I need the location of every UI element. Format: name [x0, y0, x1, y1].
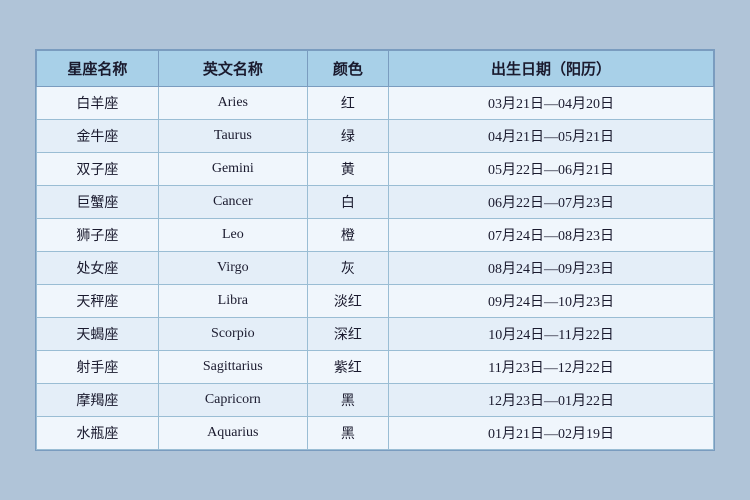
header-color: 颜色 — [307, 51, 388, 87]
cell-color: 淡红 — [307, 285, 388, 318]
cell-date: 06月22日—07月23日 — [389, 186, 714, 219]
table-row: 狮子座Leo橙07月24日—08月23日 — [37, 219, 714, 252]
cell-english: Capricorn — [158, 384, 307, 417]
table-header-row: 星座名称 英文名称 颜色 出生日期（阳历） — [37, 51, 714, 87]
cell-date: 09月24日—10月23日 — [389, 285, 714, 318]
cell-date: 05月22日—06月21日 — [389, 153, 714, 186]
cell-color: 黑 — [307, 417, 388, 450]
table-row: 双子座Gemini黄05月22日—06月21日 — [37, 153, 714, 186]
table-row: 天蝎座Scorpio深红10月24日—11月22日 — [37, 318, 714, 351]
cell-english: Cancer — [158, 186, 307, 219]
cell-color: 橙 — [307, 219, 388, 252]
table-row: 水瓶座Aquarius黑01月21日—02月19日 — [37, 417, 714, 450]
cell-color: 灰 — [307, 252, 388, 285]
cell-english: Leo — [158, 219, 307, 252]
cell-date: 07月24日—08月23日 — [389, 219, 714, 252]
cell-chinese: 狮子座 — [37, 219, 159, 252]
cell-color: 黑 — [307, 384, 388, 417]
cell-chinese: 水瓶座 — [37, 417, 159, 450]
cell-chinese: 天蝎座 — [37, 318, 159, 351]
cell-color: 红 — [307, 87, 388, 120]
cell-date: 11月23日—12月22日 — [389, 351, 714, 384]
cell-color: 深红 — [307, 318, 388, 351]
zodiac-table-container: 星座名称 英文名称 颜色 出生日期（阳历） 白羊座Aries红03月21日—04… — [35, 49, 715, 451]
cell-english: Aries — [158, 87, 307, 120]
table-body: 白羊座Aries红03月21日—04月20日金牛座Taurus绿04月21日—0… — [37, 87, 714, 450]
table-row: 摩羯座Capricorn黑12月23日—01月22日 — [37, 384, 714, 417]
header-english-name: 英文名称 — [158, 51, 307, 87]
cell-date: 08月24日—09月23日 — [389, 252, 714, 285]
cell-color: 绿 — [307, 120, 388, 153]
cell-chinese: 处女座 — [37, 252, 159, 285]
cell-chinese: 摩羯座 — [37, 384, 159, 417]
cell-color: 黄 — [307, 153, 388, 186]
cell-english: Libra — [158, 285, 307, 318]
cell-english: Aquarius — [158, 417, 307, 450]
zodiac-table: 星座名称 英文名称 颜色 出生日期（阳历） 白羊座Aries红03月21日—04… — [36, 50, 714, 450]
cell-chinese: 金牛座 — [37, 120, 159, 153]
table-row: 射手座Sagittarius紫红11月23日—12月22日 — [37, 351, 714, 384]
table-row: 巨蟹座Cancer白06月22日—07月23日 — [37, 186, 714, 219]
cell-english: Taurus — [158, 120, 307, 153]
header-chinese-name: 星座名称 — [37, 51, 159, 87]
cell-date: 10月24日—11月22日 — [389, 318, 714, 351]
cell-chinese: 双子座 — [37, 153, 159, 186]
cell-date: 12月23日—01月22日 — [389, 384, 714, 417]
header-birth-date: 出生日期（阳历） — [389, 51, 714, 87]
table-row: 金牛座Taurus绿04月21日—05月21日 — [37, 120, 714, 153]
table-row: 白羊座Aries红03月21日—04月20日 — [37, 87, 714, 120]
cell-english: Gemini — [158, 153, 307, 186]
cell-date: 03月21日—04月20日 — [389, 87, 714, 120]
cell-english: Sagittarius — [158, 351, 307, 384]
cell-color: 白 — [307, 186, 388, 219]
cell-english: Virgo — [158, 252, 307, 285]
cell-chinese: 射手座 — [37, 351, 159, 384]
table-row: 天秤座Libra淡红09月24日—10月23日 — [37, 285, 714, 318]
cell-chinese: 白羊座 — [37, 87, 159, 120]
cell-date: 01月21日—02月19日 — [389, 417, 714, 450]
cell-color: 紫红 — [307, 351, 388, 384]
cell-chinese: 巨蟹座 — [37, 186, 159, 219]
cell-chinese: 天秤座 — [37, 285, 159, 318]
cell-date: 04月21日—05月21日 — [389, 120, 714, 153]
table-row: 处女座Virgo灰08月24日—09月23日 — [37, 252, 714, 285]
cell-english: Scorpio — [158, 318, 307, 351]
